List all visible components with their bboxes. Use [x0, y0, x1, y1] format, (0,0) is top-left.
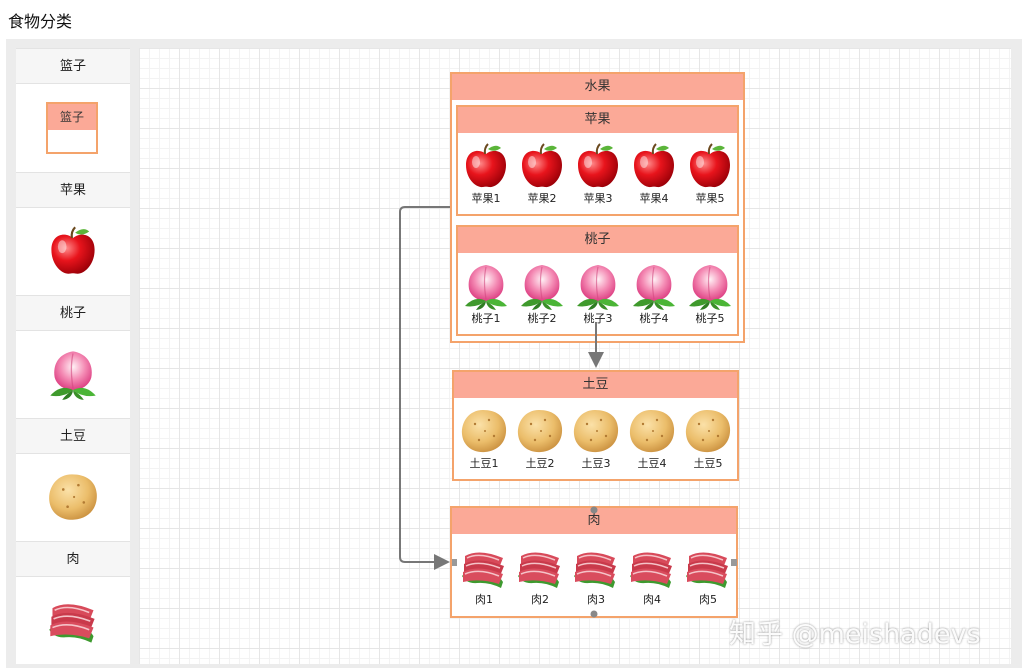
apple-item[interactable]: 苹果4: [628, 141, 680, 206]
palette-header-peach[interactable]: 桃子: [16, 295, 130, 331]
peach-icon: [685, 261, 735, 311]
meat-icon: [683, 542, 733, 592]
peach-item[interactable]: 桃子4: [628, 261, 680, 326]
meat-basket[interactable]: 肉 肉1 肉2 肉3 肉4 肉5: [450, 506, 738, 618]
apple-item[interactable]: 苹果2: [516, 141, 568, 206]
item-label: 肉4: [643, 593, 661, 606]
apple-icon[interactable]: [46, 224, 100, 278]
zhihu-watermark: 知乎 @meishadevs: [729, 619, 981, 650]
apple-item[interactable]: 苹果3: [572, 141, 624, 206]
potato-item[interactable]: 土豆5: [682, 406, 734, 471]
item-label: 土豆5: [693, 457, 723, 470]
potato-icon: [515, 406, 565, 456]
peach-icon: [629, 261, 679, 311]
potato-item[interactable]: 土豆3: [570, 406, 622, 471]
meat-icon[interactable]: [46, 593, 100, 647]
potato-icon: [571, 406, 621, 456]
potato-basket-title: 土豆: [454, 372, 737, 398]
potato-item[interactable]: 土豆1: [458, 406, 510, 471]
meat-icon: [627, 542, 677, 592]
meat-item[interactable]: 肉2: [514, 542, 566, 607]
item-label: 肉3: [587, 593, 605, 606]
item-label: 肉1: [475, 593, 493, 606]
peach-icon: [517, 261, 567, 311]
peach-item[interactable]: 桃子3: [572, 261, 624, 326]
item-label: 土豆1: [469, 457, 499, 470]
apple-item[interactable]: 苹果5: [684, 141, 736, 206]
item-label: 肉5: [699, 593, 717, 606]
palette-header-meat[interactable]: 肉: [16, 541, 130, 577]
potato-item[interactable]: 土豆2: [514, 406, 566, 471]
meat-item[interactable]: 肉5: [682, 542, 734, 607]
apple-basket-title: 苹果: [458, 107, 737, 133]
page-title: 食物分类: [8, 12, 73, 31]
meat-item[interactable]: 肉1: [458, 542, 510, 607]
potato-icon[interactable]: [46, 470, 100, 524]
peach-icon[interactable]: [46, 347, 100, 401]
fruit-group-title: 水果: [452, 74, 743, 100]
item-label: 土豆4: [637, 457, 667, 470]
peach-item[interactable]: 桃子2: [516, 261, 568, 326]
potato-basket[interactable]: 土豆 土豆1 土豆2 土豆3 土豆4 土豆5: [452, 370, 739, 481]
item-label: 桃子2: [527, 312, 557, 325]
palette-basket-label: 篮子: [48, 104, 96, 130]
item-label: 苹果1: [471, 192, 501, 205]
item-label: 土豆2: [525, 457, 555, 470]
item-label: 苹果4: [639, 192, 669, 205]
peach-icon: [573, 261, 623, 311]
peach-basket-title: 桃子: [458, 227, 737, 253]
item-label: 肉2: [531, 593, 549, 606]
palette-header-potato[interactable]: 土豆: [16, 418, 130, 454]
potato-icon: [627, 406, 677, 456]
peach-item[interactable]: 桃子1: [460, 261, 512, 326]
peach-icon: [461, 261, 511, 311]
apple-icon: [685, 141, 735, 191]
item-label: 桃子1: [471, 312, 501, 325]
item-label: 桃子5: [695, 312, 725, 325]
shape-palette-sidebar: 篮子 篮子 苹果 桃子 土豆 肉: [16, 48, 130, 664]
apple-icon: [573, 141, 623, 191]
item-label: 苹果2: [527, 192, 557, 205]
palette-header-basket[interactable]: 篮子: [16, 48, 130, 84]
apple-basket[interactable]: 苹果 苹果1 苹果2 苹果3 苹果4 苹果5: [456, 105, 739, 216]
item-label: 苹果3: [583, 192, 613, 205]
peach-basket[interactable]: 桃子 桃子1 桃子2 桃子3 桃子4 桃子5: [456, 225, 739, 336]
potato-item[interactable]: 土豆4: [626, 406, 678, 471]
apple-item[interactable]: 苹果1: [460, 141, 512, 206]
meat-icon: [459, 542, 509, 592]
meat-icon: [571, 542, 621, 592]
potato-icon: [459, 406, 509, 456]
apple-icon: [517, 141, 567, 191]
apple-icon: [629, 141, 679, 191]
potato-icon: [683, 406, 733, 456]
meat-item[interactable]: 肉3: [570, 542, 622, 607]
palette-header-apple[interactable]: 苹果: [16, 172, 130, 208]
item-label: 桃子3: [583, 312, 613, 325]
meat-basket-title: 肉: [452, 508, 736, 534]
apple-icon: [461, 141, 511, 191]
item-label: 苹果5: [695, 192, 725, 205]
palette-basket-shape[interactable]: 篮子: [46, 102, 98, 154]
peach-item[interactable]: 桃子5: [684, 261, 736, 326]
meat-icon: [515, 542, 565, 592]
meat-item[interactable]: 肉4: [626, 542, 678, 607]
item-label: 桃子4: [639, 312, 669, 325]
item-label: 土豆3: [581, 457, 611, 470]
